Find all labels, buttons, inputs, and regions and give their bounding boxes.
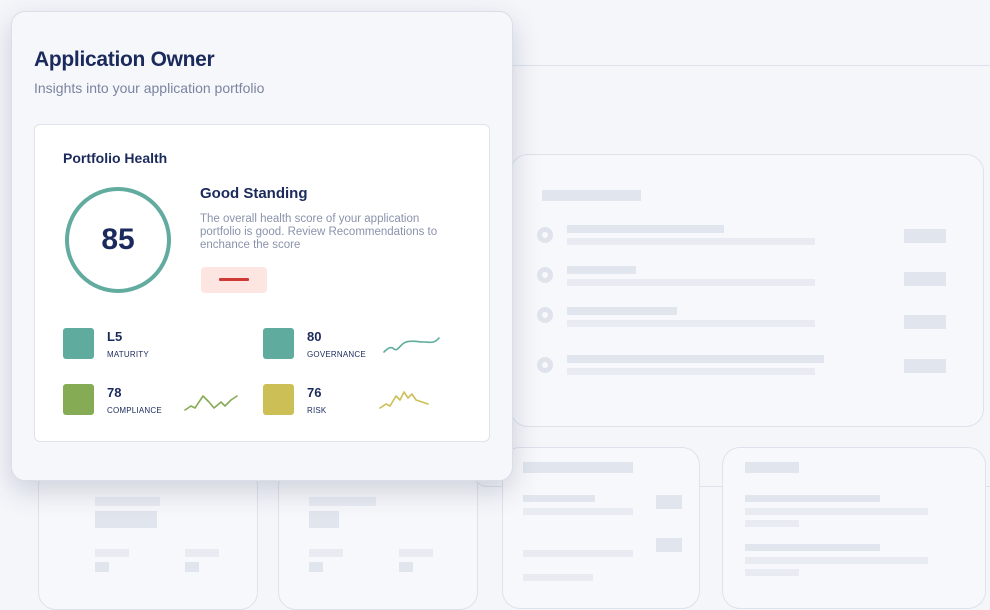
health-score-ring: 85 bbox=[65, 187, 171, 293]
recommendations-button[interactable] bbox=[201, 267, 267, 293]
metric-color-swatch bbox=[263, 384, 294, 415]
skeleton-line bbox=[95, 562, 109, 572]
skeleton-radio bbox=[537, 307, 553, 323]
skeleton-line bbox=[745, 520, 799, 527]
page-subtitle: Insights into your application portfolio bbox=[34, 80, 265, 96]
standing-description: The overall health score of your applica… bbox=[200, 213, 438, 251]
metric-value: 80 bbox=[307, 329, 322, 344]
skeleton-line bbox=[95, 549, 129, 557]
page-title: Application Owner bbox=[34, 48, 215, 71]
metric-value: 78 bbox=[107, 385, 122, 400]
skeleton-line bbox=[745, 508, 928, 515]
skeleton-value bbox=[904, 315, 946, 329]
skeleton-card-bottom-2 bbox=[278, 468, 478, 610]
metric-label: COMPLIANCE bbox=[107, 406, 162, 415]
skeleton-heading bbox=[745, 462, 799, 473]
skeleton-line bbox=[745, 495, 880, 502]
standing-title: Good Standing bbox=[200, 185, 308, 202]
skeleton-card-bottom-3 bbox=[502, 447, 700, 609]
metric-compliance: 78 COMPLIANCE bbox=[63, 384, 263, 416]
skeleton-list-card bbox=[510, 154, 984, 427]
application-owner-card: Application Owner Insights into your app… bbox=[11, 11, 513, 481]
metric-color-swatch bbox=[63, 384, 94, 415]
skeleton-line bbox=[185, 562, 199, 572]
skeleton-line bbox=[309, 497, 376, 506]
risk-sparkline-icon bbox=[379, 391, 429, 409]
skeleton-line bbox=[567, 355, 824, 363]
skeleton-line bbox=[399, 549, 433, 557]
skeleton-line bbox=[567, 225, 724, 233]
skeleton-radio bbox=[537, 227, 553, 243]
skeleton-card-bottom-4 bbox=[722, 447, 986, 609]
skeleton-line bbox=[745, 544, 880, 551]
minus-icon bbox=[219, 278, 249, 281]
skeleton-line bbox=[523, 574, 593, 581]
skeleton-line bbox=[95, 511, 157, 528]
skeleton-line bbox=[523, 495, 595, 502]
skeleton-heading bbox=[542, 190, 641, 201]
skeleton-line bbox=[523, 550, 633, 557]
skeleton-line bbox=[745, 569, 799, 576]
skeleton-line bbox=[567, 266, 636, 274]
skeleton-radio bbox=[537, 357, 553, 373]
skeleton-line bbox=[309, 549, 343, 557]
metric-color-swatch bbox=[263, 328, 294, 359]
metric-color-swatch bbox=[63, 328, 94, 359]
skeleton-value bbox=[656, 538, 682, 552]
skeleton-line bbox=[567, 307, 677, 315]
metric-label: MATURITY bbox=[107, 350, 149, 359]
metric-maturity: L5 MATURITY bbox=[63, 328, 213, 360]
metric-label: GOVERNANCE bbox=[307, 350, 366, 359]
compliance-sparkline-icon bbox=[184, 395, 238, 411]
metric-value: L5 bbox=[107, 329, 123, 344]
metric-value: 76 bbox=[307, 385, 322, 400]
skeleton-radio bbox=[537, 267, 553, 283]
skeleton-value bbox=[904, 272, 946, 286]
skeleton-line bbox=[567, 238, 815, 245]
skeleton-line bbox=[567, 279, 815, 286]
skeleton-line bbox=[399, 562, 413, 572]
portfolio-health-panel: Portfolio Health 85 Good Standing The ov… bbox=[34, 124, 490, 442]
skeleton-value bbox=[904, 229, 946, 243]
skeleton-value bbox=[904, 359, 946, 373]
metric-label: RISK bbox=[307, 406, 327, 415]
governance-sparkline-icon bbox=[383, 337, 440, 353]
skeleton-line bbox=[523, 508, 633, 515]
portfolio-health-title: Portfolio Health bbox=[63, 150, 168, 166]
skeleton-line bbox=[95, 497, 160, 506]
skeleton-line bbox=[567, 368, 815, 375]
skeleton-card-bottom-1 bbox=[38, 468, 258, 610]
skeleton-line bbox=[745, 557, 928, 564]
health-score-value: 85 bbox=[101, 223, 135, 256]
metric-governance: 80 GOVERNANCE bbox=[263, 328, 463, 360]
skeleton-heading bbox=[523, 462, 633, 473]
skeleton-line bbox=[185, 549, 219, 557]
skeleton-line bbox=[309, 562, 323, 572]
skeleton-value bbox=[656, 495, 682, 509]
metric-risk: 76 RISK bbox=[263, 384, 463, 416]
skeleton-line bbox=[309, 511, 339, 528]
skeleton-line bbox=[567, 320, 815, 327]
